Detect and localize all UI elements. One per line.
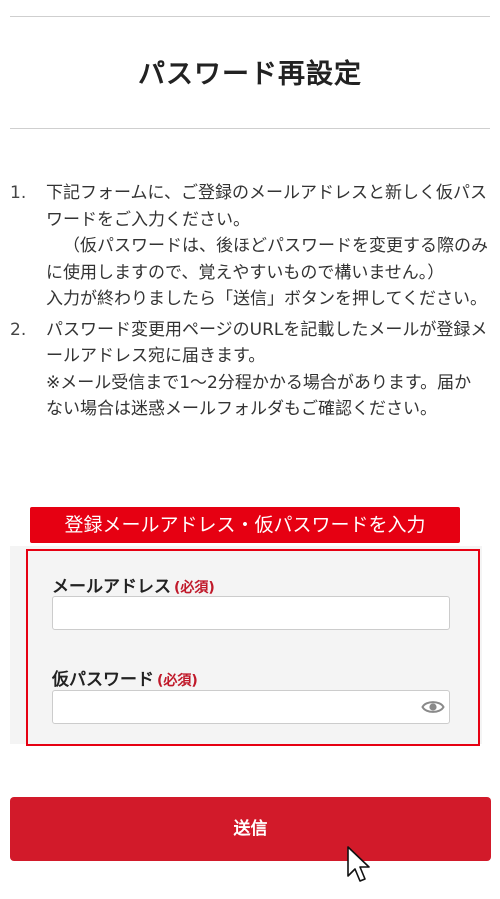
- instruction-step-2: 2. パスワード変更用ページのURLを記載したメールが登録メールアドレス宛に届き…: [10, 317, 488, 423]
- email-label-text: メールアドレス: [52, 577, 171, 597]
- temp-password-label-text: 仮パスワード: [52, 670, 154, 690]
- instruction-text: 下記フォームに、ご登録のメールアドレスと新しく仮パスワードをご入力ください。: [46, 183, 487, 230]
- step-number: 1.: [10, 183, 27, 203]
- instruction-text: 入力が終わりましたら「送信」ボタンを押してください。: [46, 289, 487, 309]
- annotation-banner: 登録メールアドレス・仮パスワードを入力: [30, 507, 460, 543]
- instruction-note: （仮パスワードは、後ほどパスワードを変更する際のみに使用しますので、覚えやすいも…: [46, 236, 488, 283]
- top-divider: [10, 16, 490, 17]
- instruction-step-1: 1. 下記フォームに、ご登録のメールアドレスと新しく仮パスワードをご入力ください…: [10, 180, 488, 313]
- instruction-note: ※メール受信まで1〜2分程かかる場合があります。届かない場合は迷惑メールフォルダ…: [46, 372, 472, 420]
- required-badge: (必須): [174, 580, 215, 596]
- temp-password-field[interactable]: [52, 690, 450, 724]
- email-label: メールアドレス (必須): [52, 572, 215, 597]
- email-field[interactable]: [52, 596, 450, 630]
- step-number: 2.: [10, 319, 27, 340]
- mouse-cursor-icon: [346, 845, 372, 885]
- title-divider: [10, 128, 490, 129]
- submit-button[interactable]: 送信: [10, 797, 491, 861]
- eye-icon[interactable]: [421, 696, 445, 718]
- instruction-text: パスワード変更用ページのURLを記載したメールが登録メールアドレス宛に届きます。: [46, 319, 488, 367]
- required-badge: (必須): [157, 673, 198, 689]
- temp-password-label: 仮パスワード (必須): [52, 665, 198, 690]
- instructions-list: 1. 下記フォームに、ご登録のメールアドレスと新しく仮パスワードをご入力ください…: [10, 180, 488, 506]
- page-title: パスワード再設定: [138, 59, 362, 90]
